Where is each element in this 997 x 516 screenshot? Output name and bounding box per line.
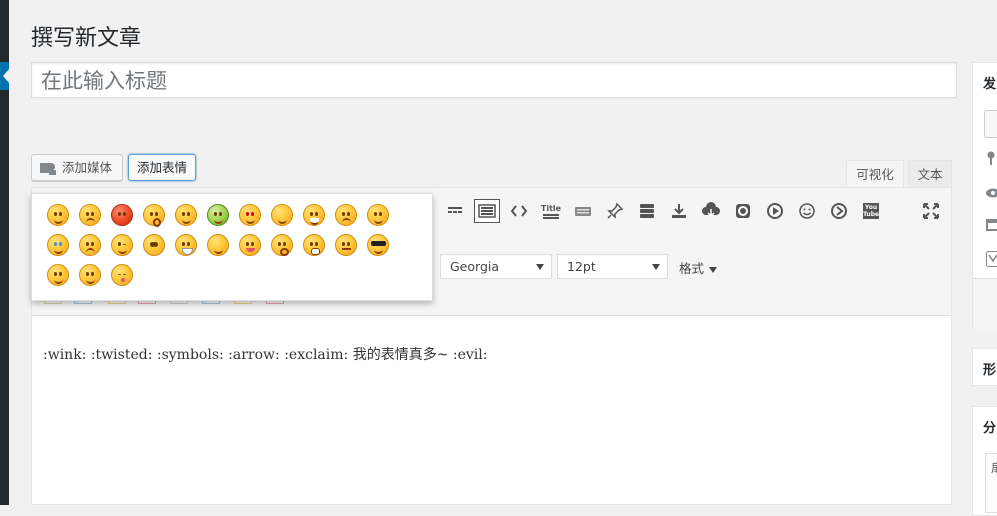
emoji-blush-icon[interactable] xyxy=(47,264,69,286)
pin-icon[interactable] xyxy=(604,200,626,222)
emoji-angry-icon[interactable] xyxy=(79,204,101,226)
title-icon[interactable]: Title xyxy=(540,200,562,222)
emoji-scream-icon[interactable] xyxy=(303,234,325,256)
fullscreen-icon[interactable] xyxy=(920,200,942,222)
emoji-smile-icon[interactable] xyxy=(47,204,69,226)
add-media-button[interactable]: 添加媒体 xyxy=(31,154,123,181)
smile-icon[interactable] xyxy=(796,200,818,222)
youtube-icon[interactable]: You Tube xyxy=(860,200,882,222)
chevron-down-icon xyxy=(709,267,717,273)
emoji-happy-icon[interactable] xyxy=(175,204,197,226)
tab-visual[interactable]: 可视化 xyxy=(846,160,904,187)
emoji-sick-icon[interactable] xyxy=(207,204,229,226)
play-icon[interactable] xyxy=(764,200,786,222)
record-icon[interactable] xyxy=(732,200,754,222)
yoast-icon xyxy=(986,251,997,271)
font-size-select[interactable]: 12pt xyxy=(557,254,668,279)
emoji-mask-icon[interactable] xyxy=(175,234,197,256)
format-box: 形 xyxy=(972,348,997,386)
emoji-panel xyxy=(31,193,433,301)
emoji-grin-icon[interactable] xyxy=(271,204,293,226)
cloud-download-icon[interactable] xyxy=(700,200,722,222)
category-heading: 分 xyxy=(973,407,997,436)
horizontal-rule-icon[interactable] xyxy=(444,200,466,222)
publish-box: 发 xyxy=(972,62,997,328)
add-emoji-button[interactable]: 添加表情 xyxy=(128,154,196,181)
download-icon[interactable] xyxy=(668,200,690,222)
category-list[interactable]: 扉 xyxy=(985,453,997,513)
emoji-kiss-icon[interactable] xyxy=(111,264,133,286)
post-content[interactable]: :wink: :twisted: :symbols: :arrow: :excl… xyxy=(43,344,487,364)
menu-active-arrow xyxy=(3,68,10,84)
emoji-tongue-icon[interactable] xyxy=(239,234,261,256)
media-icon xyxy=(40,161,56,175)
emoji-surprised-icon[interactable] xyxy=(143,204,165,226)
keyboard-icon[interactable] xyxy=(474,199,500,223)
emoji-red-icon[interactable] xyxy=(111,204,133,226)
format-heading: 形 xyxy=(973,349,997,378)
eye-icon xyxy=(986,186,997,202)
add-media-label: 添加媒体 xyxy=(62,160,112,175)
emoji-shy-icon[interactable] xyxy=(79,264,101,286)
format-dropdown[interactable]: 格式 xyxy=(679,258,717,277)
emoji-smile2-icon[interactable] xyxy=(367,204,389,226)
tab-text[interactable]: 文本 xyxy=(908,160,952,187)
emoji-sad-icon[interactable] xyxy=(335,204,357,226)
category-box: 分 扉 xyxy=(972,406,997,516)
emoji-annoyed-icon[interactable] xyxy=(335,234,357,256)
publish-actions xyxy=(973,278,997,329)
emoji-cry-icon[interactable] xyxy=(47,234,69,256)
keyboard-small-icon[interactable] xyxy=(572,200,594,222)
emoji-shock-icon[interactable] xyxy=(143,234,165,256)
page-title: 撰写新文章 xyxy=(31,20,141,52)
emoji-surprise2-icon[interactable] xyxy=(271,234,293,256)
emoji-frown-icon[interactable] xyxy=(79,234,101,256)
font-family-select[interactable]: Georgia xyxy=(440,254,552,279)
emoji-cool-icon[interactable] xyxy=(367,234,389,256)
post-title-input[interactable]: 在此输入标题 xyxy=(31,62,957,98)
next-icon[interactable] xyxy=(828,200,850,222)
calendar-icon xyxy=(986,217,997,235)
layers-icon[interactable] xyxy=(636,200,658,222)
chevron-down-icon xyxy=(536,264,544,270)
publish-heading: 发 xyxy=(973,63,997,92)
emoji-content-icon[interactable] xyxy=(207,234,229,256)
save-draft-button[interactable] xyxy=(984,110,997,138)
emoji-wink-icon[interactable] xyxy=(111,234,133,256)
pin-icon xyxy=(986,151,996,169)
code-icon[interactable] xyxy=(508,200,530,222)
emoji-love-icon[interactable] xyxy=(239,204,261,226)
emoji-laugh-icon[interactable] xyxy=(303,204,325,226)
chevron-down-icon xyxy=(652,264,660,270)
